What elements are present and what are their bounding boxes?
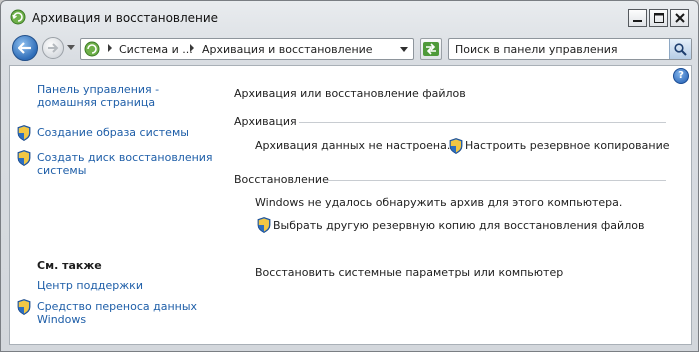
minimize-icon — [633, 19, 642, 22]
breadcrumb-separator-icon[interactable] — [108, 44, 112, 52]
close-button[interactable] — [670, 9, 689, 27]
backup-restore-icon — [10, 9, 26, 25]
search-button[interactable] — [669, 39, 691, 59]
window-title: Архивация и восстановление — [32, 11, 219, 25]
help-button[interactable]: ? — [673, 68, 689, 84]
refresh-button[interactable] — [420, 38, 442, 60]
arrow-right-icon — [48, 43, 59, 53]
maximize-icon — [653, 13, 664, 23]
recover-system-link[interactable]: Восстановить системные параметры или ком… — [255, 266, 563, 279]
create-recovery-disc-line1[interactable]: Создать диск восстановления — [37, 151, 213, 164]
shield-icon — [17, 150, 31, 166]
control-panel-home-line1[interactable]: Панель управления - — [37, 83, 159, 96]
content-pane: ? Панель управления - домашняя страница … — [9, 65, 692, 345]
search-box[interactable] — [448, 38, 692, 60]
action-center-label[interactable]: Центр поддержки — [37, 279, 143, 292]
create-system-image-link[interactable]: Создание образа системы — [37, 126, 189, 139]
breadcrumb-system[interactable]: Система и ... — [119, 43, 193, 56]
restore-status-text: Windows не удалось обнаружить архив для … — [255, 196, 623, 209]
maximize-button[interactable] — [649, 9, 668, 27]
choose-backup-link[interactable]: Выбрать другую резервную копию для восст… — [273, 219, 644, 232]
control-panel-home-line2[interactable]: домашняя страница — [37, 96, 159, 109]
caption-buttons — [628, 9, 689, 27]
forward-button[interactable] — [42, 37, 64, 59]
help-icon: ? — [678, 70, 684, 81]
breadcrumb-separator-icon[interactable] — [190, 44, 194, 52]
restore-section-heading: Восстановление — [234, 173, 329, 186]
windows-easy-transfer-link[interactable]: Средство переноса данных Windows — [37, 300, 197, 326]
address-dropdown-icon[interactable] — [400, 47, 408, 52]
shield-icon — [17, 299, 31, 315]
create-recovery-disc-link[interactable]: Создать диск восстановления системы — [37, 151, 213, 177]
backup-section-heading: Архивация — [234, 115, 297, 128]
control-panel-home-link[interactable]: Панель управления - домашняя страница — [37, 83, 159, 109]
shield-icon — [17, 125, 31, 141]
setup-backup-link[interactable]: Настроить резервное копирование — [465, 139, 670, 152]
search-input[interactable] — [449, 39, 669, 59]
windows-easy-transfer-line2[interactable]: Windows — [37, 313, 197, 326]
minimize-button[interactable] — [628, 9, 647, 27]
create-system-image-label[interactable]: Создание образа системы — [37, 126, 189, 139]
create-recovery-disc-line2[interactable]: системы — [37, 164, 213, 177]
windows-easy-transfer-line1[interactable]: Средство переноса данных — [37, 300, 197, 313]
window: Архивация и восстановление Система и ...… — [0, 0, 699, 352]
page-title: Архивация или восстановление файлов — [234, 87, 466, 100]
action-center-link[interactable]: Центр поддержки — [37, 279, 143, 292]
restore-section-divider — [326, 180, 666, 181]
backup-status-text: Архивация данных не настроена. — [255, 139, 451, 152]
address-bar[interactable]: Система и ... Архивация и восстановление — [80, 38, 414, 60]
see-also-heading: См. также — [37, 259, 102, 272]
backup-section-divider — [299, 122, 666, 123]
shield-icon — [449, 138, 463, 154]
arrow-left-icon — [18, 42, 31, 54]
shield-icon — [257, 217, 271, 233]
backup-restore-icon — [84, 41, 100, 57]
search-icon — [674, 42, 687, 56]
close-icon — [674, 13, 685, 23]
navigation-bar: Система и ... Архивация и восстановление — [1, 32, 698, 64]
refresh-icon — [423, 42, 439, 56]
title-bar[interactable]: Архивация и восстановление — [1, 1, 698, 31]
back-button[interactable] — [12, 35, 38, 61]
breadcrumb-current[interactable]: Архивация и восстановление — [202, 43, 373, 56]
recent-pages-dropdown-icon[interactable] — [67, 45, 75, 51]
